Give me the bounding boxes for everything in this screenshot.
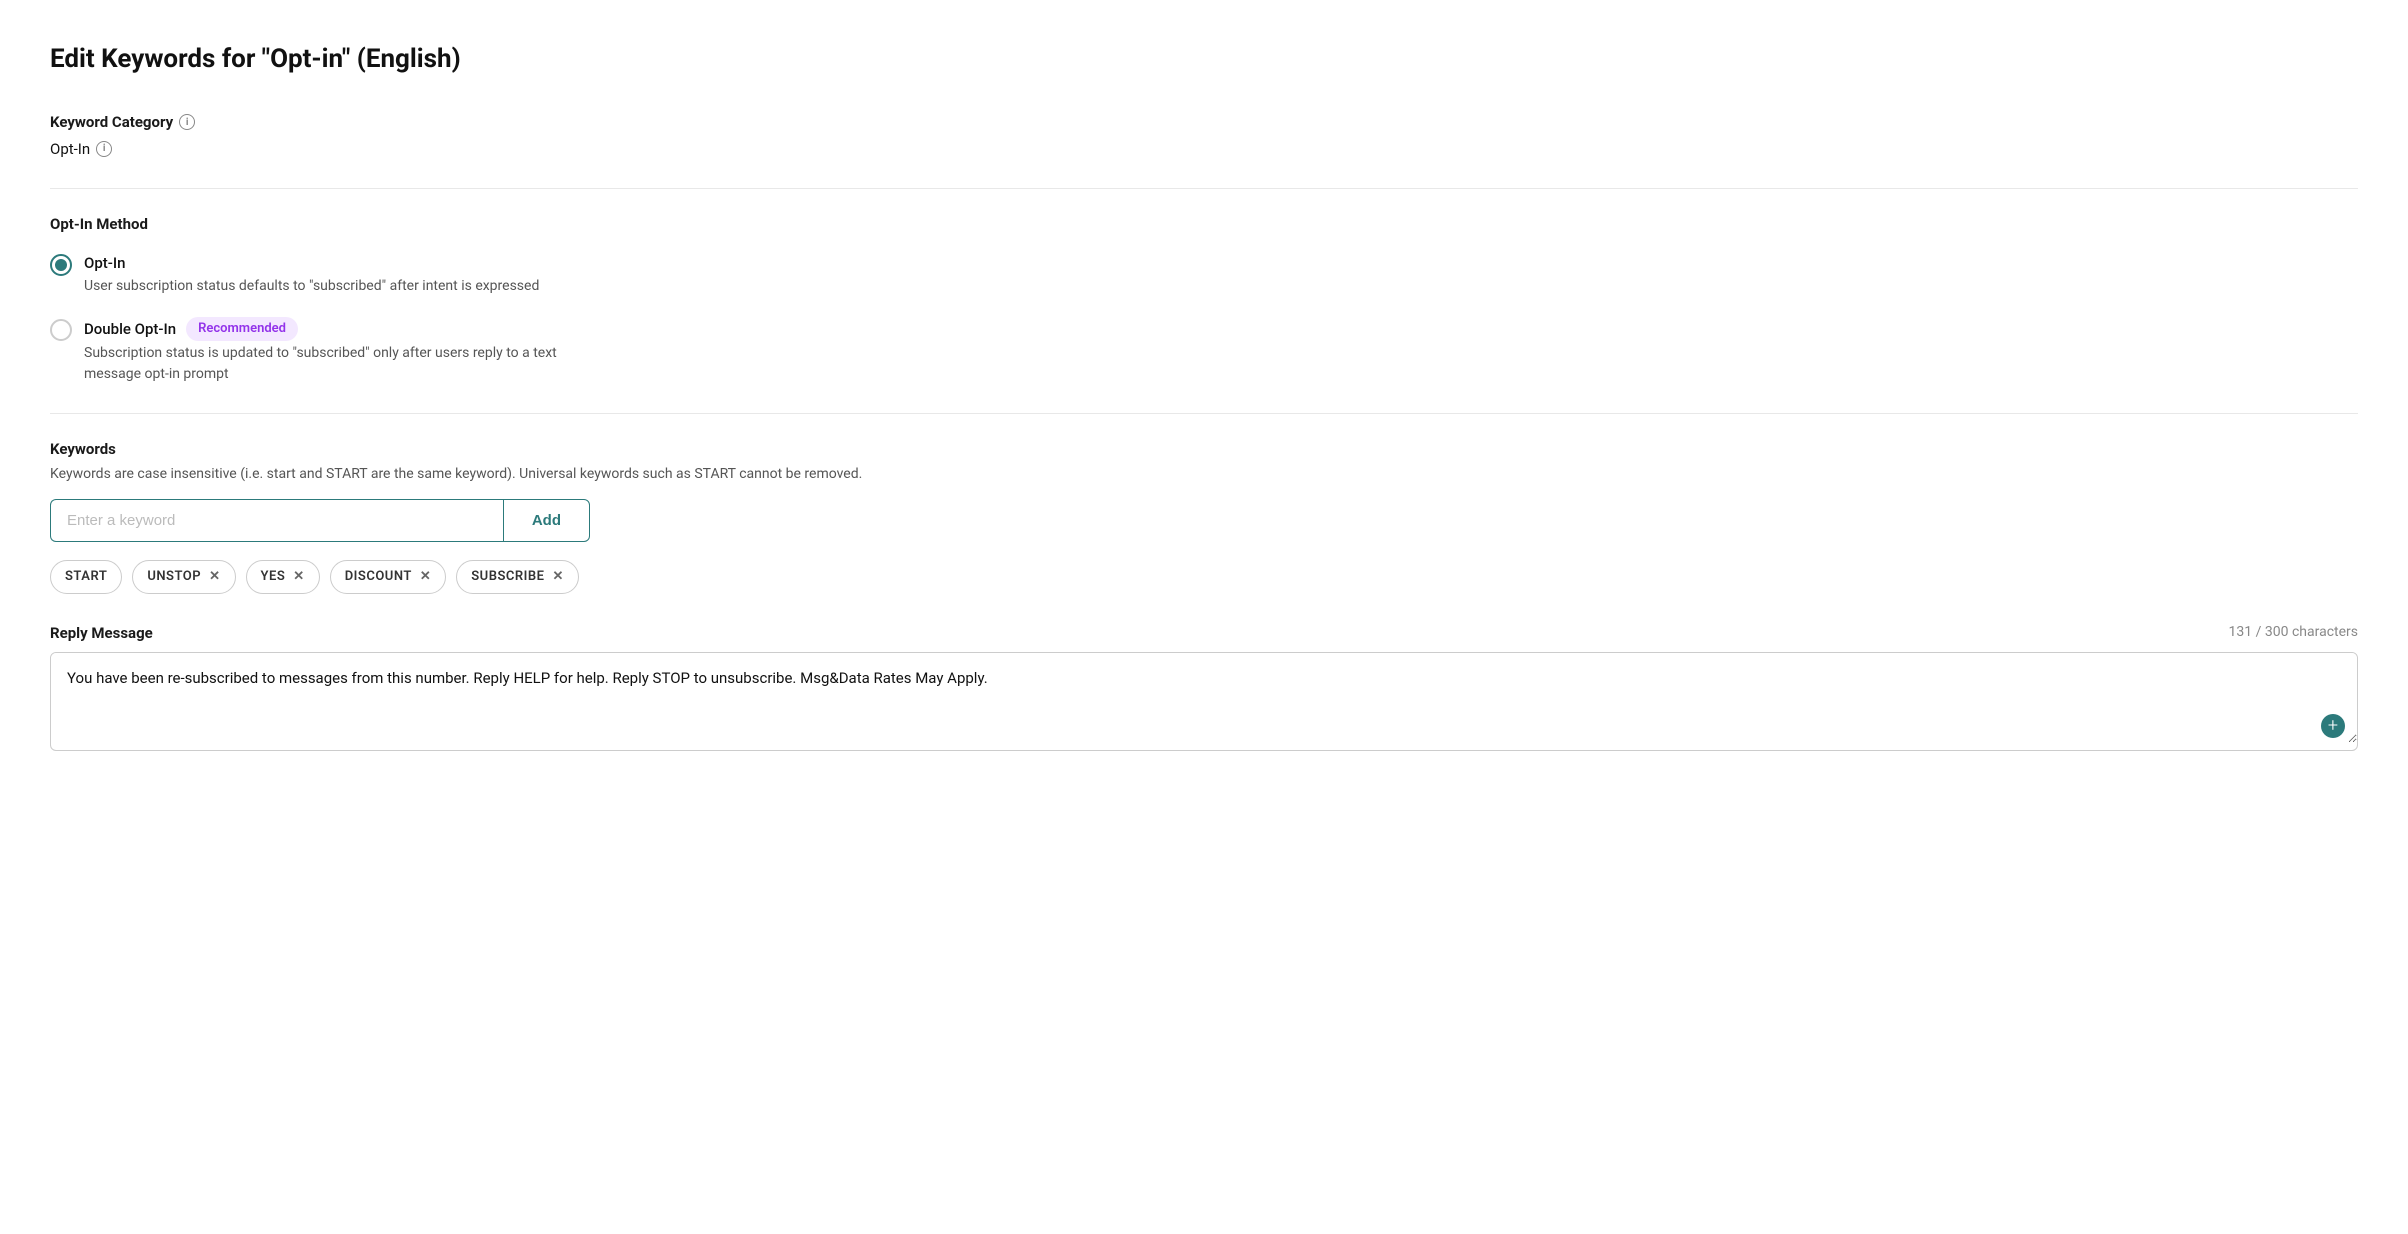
add-keyword-button[interactable]: Add xyxy=(503,499,590,542)
reply-message-section: Reply Message 131 / 300 characters You h… xyxy=(50,622,2358,752)
keyword-tag-unstop: UNSTOP ✕ xyxy=(132,560,235,594)
keyword-category-label: Keyword Category xyxy=(50,111,173,134)
opt-in-method-section: Opt-In Method Opt-In User subscription s… xyxy=(50,213,2358,385)
keyword-tags: START UNSTOP ✕ YES ✕ DISCOUNT ✕ SUBSCRIB… xyxy=(50,560,2358,594)
keywords-label: Keywords xyxy=(50,438,2358,461)
keyword-tag-start-label: START xyxy=(65,567,107,587)
double-opt-in-radio[interactable] xyxy=(50,319,72,341)
keyword-category-section: Keyword Category i Opt-In i xyxy=(50,111,2358,160)
remove-unstop-button[interactable]: ✕ xyxy=(209,567,220,587)
double-opt-in-description: Subscription status is updated to "subsc… xyxy=(84,343,604,385)
remove-discount-button[interactable]: ✕ xyxy=(420,567,431,587)
keyword-input-row: Add xyxy=(50,499,590,542)
divider-2 xyxy=(50,413,2358,414)
double-opt-in-option[interactable]: Double Opt-In Recommended Subscription s… xyxy=(50,317,2358,385)
keyword-tag-yes: YES ✕ xyxy=(246,560,320,594)
page-title: Edit Keywords for "Opt-in" (English) xyxy=(50,40,2358,79)
reply-textarea-container: You have been re-subscribed to messages … xyxy=(50,652,2358,751)
keyword-tag-yes-label: YES xyxy=(261,567,286,587)
opt-in-method-label: Opt-In Method xyxy=(50,213,2358,236)
keyword-category-info-icon[interactable]: i xyxy=(179,114,195,130)
remove-subscribe-button[interactable]: ✕ xyxy=(553,567,564,587)
keyword-tag-subscribe: SUBSCRIBE ✕ xyxy=(456,560,579,594)
reply-message-label: Reply Message xyxy=(50,622,153,645)
keyword-tag-start: START xyxy=(50,560,122,594)
reply-message-textarea[interactable]: You have been re-subscribed to messages … xyxy=(51,653,2357,743)
recommended-badge: Recommended xyxy=(186,317,298,341)
reply-message-header: Reply Message 131 / 300 characters xyxy=(50,622,2358,645)
keyword-tag-unstop-label: UNSTOP xyxy=(147,567,201,587)
opt-in-option[interactable]: Opt-In User subscription status defaults… xyxy=(50,252,2358,298)
keywords-section: Keywords Keywords are case insensitive (… xyxy=(50,438,2358,594)
keyword-tag-discount-label: DISCOUNT xyxy=(345,567,412,587)
opt-in-radio[interactable] xyxy=(50,254,72,276)
opt-in-description: User subscription status defaults to "su… xyxy=(84,276,539,297)
keyword-input[interactable] xyxy=(50,499,503,542)
char-count: 131 / 300 characters xyxy=(2229,622,2358,643)
opt-in-info-icon[interactable]: i xyxy=(96,141,112,157)
keyword-category-value: Opt-In xyxy=(50,138,90,161)
double-opt-in-label: Double Opt-In xyxy=(84,318,176,341)
textarea-add-icon[interactable]: + xyxy=(2321,714,2345,738)
keyword-tag-discount: DISCOUNT ✕ xyxy=(330,560,447,594)
divider-1 xyxy=(50,188,2358,189)
double-opt-in-content: Double Opt-In Recommended Subscription s… xyxy=(84,317,604,385)
opt-in-label: Opt-In xyxy=(84,252,125,275)
remove-yes-button[interactable]: ✕ xyxy=(293,567,304,587)
keywords-description: Keywords are case insensitive (i.e. star… xyxy=(50,464,2358,485)
keyword-tag-subscribe-label: SUBSCRIBE xyxy=(471,567,544,587)
opt-in-content: Opt-In User subscription status defaults… xyxy=(84,252,539,298)
